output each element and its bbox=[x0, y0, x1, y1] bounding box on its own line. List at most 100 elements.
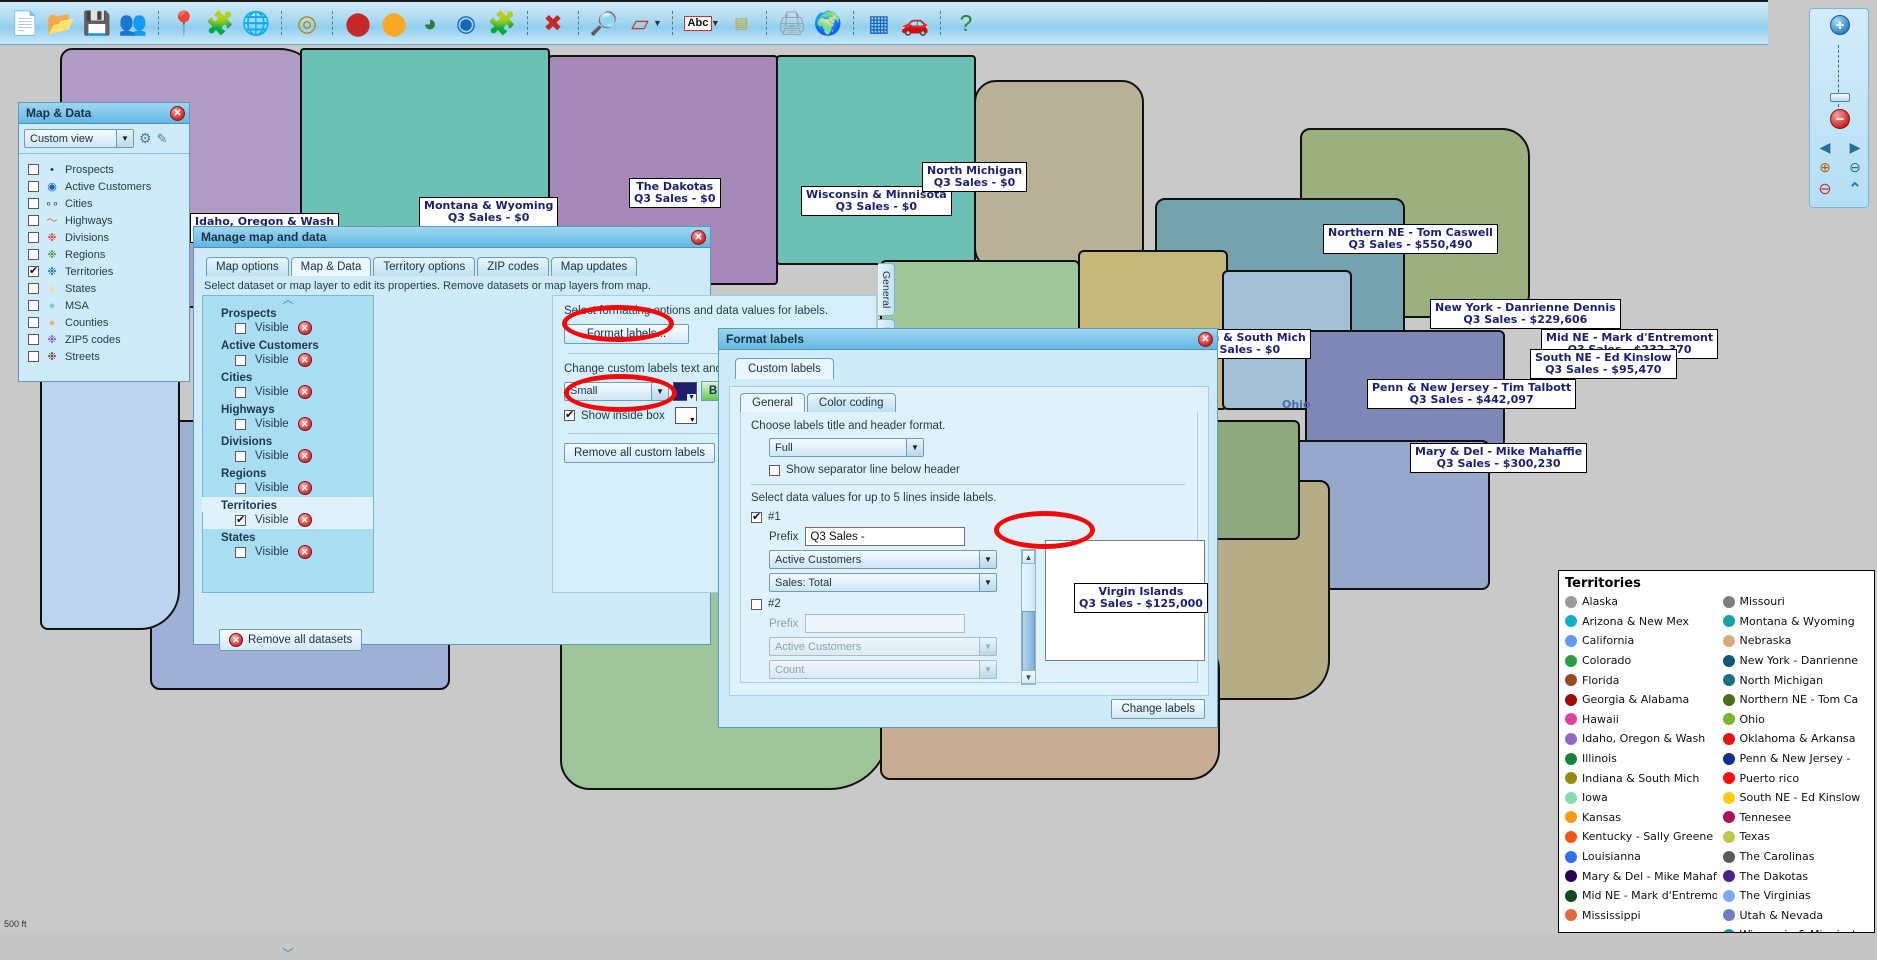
add-territory-icon[interactable]: 🧩 bbox=[203, 6, 237, 40]
label-the-dakotas[interactable]: The Dakotas Q3 Sales - $0 bbox=[629, 178, 721, 208]
map-data-layer-row[interactable]: 〜 Highways bbox=[28, 212, 189, 229]
layer-visibility-checkbox[interactable] bbox=[28, 283, 39, 294]
dataset-layer-row[interactable]: Visible ✕ bbox=[203, 512, 373, 529]
prefix-input[interactable]: Q3 Sales - bbox=[805, 527, 966, 546]
label-penn-new-jersey-tim-talbott[interactable]: Penn & New Jersey - Tim Talbott Q3 Sales … bbox=[1367, 379, 1577, 409]
format-inner-tabs[interactable]: General Color coding bbox=[740, 393, 1198, 412]
label-size-select[interactable]: Small ▼ bbox=[564, 381, 669, 401]
scroll-up-chevron-icon[interactable]: ︿ bbox=[203, 295, 373, 306]
layer-visibility-checkbox[interactable] bbox=[28, 164, 39, 175]
dataset-layer-name[interactable]: States bbox=[203, 529, 373, 544]
recenter-map-icon[interactable]: ⊕ bbox=[1814, 157, 1836, 177]
pie-map-icon[interactable]: ◕ bbox=[413, 6, 447, 40]
scroll-down-chevron-icon[interactable]: ﹀ bbox=[202, 949, 374, 960]
dataset-layer-name[interactable]: Prospects bbox=[203, 305, 373, 320]
dataset-visible-checkbox[interactable] bbox=[235, 513, 246, 526]
map-data-toolbar-row[interactable]: Custom view ▼ ⚙ ✎ bbox=[19, 124, 189, 154]
scroll-up-arrow-icon[interactable]: ▲ bbox=[1022, 550, 1035, 564]
label-northern-ne-tom-caswell[interactable]: Northern NE - Tom Caswell Q3 Sales - $550… bbox=[1323, 224, 1498, 254]
chevron-down-icon[interactable]: ▼ bbox=[116, 130, 133, 147]
edit-view-icon[interactable]: ✎ bbox=[157, 131, 168, 147]
layer-visibility-checkbox[interactable] bbox=[28, 181, 39, 192]
map-data-layer-row[interactable]: ❉ Divisions bbox=[28, 229, 189, 246]
dataset-layer-row[interactable]: Visible ✕ bbox=[203, 384, 373, 401]
add-pushpin-icon[interactable]: 📍 bbox=[167, 6, 201, 40]
chevron-down-icon[interactable]: ▼ bbox=[689, 417, 696, 424]
scroll-down-arrow-icon[interactable]: ▼ bbox=[1021, 670, 1036, 684]
scrollbar-thumb[interactable] bbox=[1022, 611, 1035, 671]
change-labels-button[interactable]: Change labels bbox=[1111, 699, 1205, 719]
chevron-down-icon[interactable]: ▼ bbox=[906, 439, 923, 456]
map-data-layer-row[interactable]: ❉ Territories bbox=[28, 263, 189, 280]
label-north-michigan[interactable]: North Michigan Q3 Sales - $0 bbox=[922, 162, 1028, 192]
show-inside-box-checkbox[interactable] bbox=[564, 408, 575, 421]
map-data-layer-row[interactable]: ◉ Active Customers bbox=[28, 178, 189, 195]
dataset-visible-checkbox[interactable] bbox=[235, 322, 246, 334]
side-tab-general[interactable]: General bbox=[878, 263, 895, 317]
dataset-layer-name[interactable]: Highways bbox=[203, 401, 373, 416]
dataset-select[interactable]: Active Customers ▼ bbox=[769, 550, 997, 569]
zoom-to-area-icon[interactable]: ⊖ bbox=[1844, 157, 1866, 177]
remove-dataset-icon[interactable]: ✕ bbox=[297, 545, 312, 559]
manage-dialog-close-button[interactable]: ✕ bbox=[691, 230, 706, 245]
tab-custom-labels[interactable]: Custom labels bbox=[735, 358, 834, 379]
chevron-down-icon[interactable]: ▼ bbox=[979, 661, 996, 678]
manage-map-and-data-dialog[interactable]: Manage map and data ✕ Map options Map & D… bbox=[193, 226, 895, 960]
format-dialog-close-button[interactable]: ✕ bbox=[1198, 332, 1213, 347]
layer-visibility-checkbox[interactable] bbox=[28, 300, 39, 311]
show-separator-line-checkbox[interactable] bbox=[769, 464, 780, 476]
remove-dataset-icon[interactable]: ✕ bbox=[297, 417, 312, 431]
print-icon[interactable]: 🖨 bbox=[775, 6, 809, 40]
map-data-panel-close-button[interactable]: ✕ bbox=[170, 106, 185, 121]
open-folder-icon[interactable]: 📂 bbox=[44, 6, 78, 40]
layer-visibility-checkbox[interactable] bbox=[28, 264, 39, 277]
dataset-layer-name[interactable]: Divisions bbox=[203, 433, 373, 448]
chevron-down-icon[interactable]: ▼ bbox=[979, 551, 996, 568]
spreadsheet-icon[interactable]: ▦ bbox=[862, 6, 896, 40]
remove-dataset-icon[interactable]: ✕ bbox=[297, 449, 312, 463]
remove-all-custom-labels-button[interactable]: Remove all custom labels bbox=[564, 443, 716, 463]
layer-visibility-checkbox[interactable] bbox=[28, 215, 39, 226]
three-spheres-icon[interactable]: ⬤ bbox=[377, 6, 411, 40]
dataset-layer-row[interactable]: Visible ✕ bbox=[203, 480, 373, 497]
pan-left-icon[interactable]: ◀ bbox=[1814, 137, 1836, 157]
customers-icon[interactable]: 👥 bbox=[116, 6, 150, 40]
dataset-visible-checkbox[interactable] bbox=[235, 386, 246, 398]
main-toolbar[interactable]: 📄 📂 💾 👥 📍 🧩 🌐 ◎ ⬤ ⬤ ◕ ◉ 🧩 ✖ 🔎 ▱ ▼ Abc ▼ ▤ 🖨 🌍 ▦ 🚗? bbox=[0, 0, 1768, 45]
label-south-ne-ed-kinslow[interactable]: South NE - Ed Kinslow Q3 Sales - $95,470 bbox=[1530, 349, 1677, 379]
label-new-york-danrienne-dennis[interactable]: New York - Danrienne Dennis Q3 Sales - $2… bbox=[1430, 299, 1621, 329]
label-line-checkbox[interactable] bbox=[751, 510, 762, 523]
save-icon[interactable]: 💾 bbox=[80, 6, 114, 40]
delete-icon[interactable]: ✖ bbox=[536, 6, 570, 40]
layer-visibility-checkbox[interactable] bbox=[28, 351, 39, 362]
dataset-visible-checkbox[interactable] bbox=[235, 482, 246, 494]
tab-territory-options[interactable]: Territory options bbox=[373, 257, 476, 276]
zoom-reset-icon[interactable]: ⊖ bbox=[1814, 179, 1836, 199]
dataset-visible-checkbox[interactable] bbox=[235, 450, 246, 462]
dataset-layer-row[interactable]: Visible ✕ bbox=[203, 448, 373, 465]
tab-zip-codes[interactable]: ZIP codes bbox=[477, 257, 549, 276]
box-fill-swatch[interactable]: ▼ bbox=[674, 407, 697, 424]
field-select[interactable]: Sales: Total ▼ bbox=[769, 573, 997, 592]
new-document-icon[interactable]: 📄 bbox=[8, 6, 42, 40]
dataset-layer-name[interactable]: Regions bbox=[203, 465, 373, 480]
map-data-layer-list[interactable]: • Prospects ◉ Active Customers ∘∘ Cities 〜 High… bbox=[19, 154, 189, 380]
map-data-layer-row[interactable]: ● Counties bbox=[28, 314, 189, 331]
dataset-layer-row[interactable]: Visible ✕ bbox=[203, 352, 373, 369]
map-data-layer-row[interactable]: • Prospects bbox=[28, 161, 189, 178]
dataset-visible-checkbox[interactable] bbox=[235, 546, 246, 558]
header-format-select[interactable]: Full ▼ bbox=[769, 438, 924, 457]
select-shape-icon[interactable]: ▱ bbox=[623, 6, 657, 40]
format-labels-dialog[interactable]: Format labels ✕ Custom labels General Col… bbox=[718, 328, 1218, 728]
zoom-in-button[interactable]: + bbox=[1830, 15, 1850, 35]
remove-dataset-icon[interactable]: ✕ bbox=[297, 353, 312, 367]
measure-ruler-icon[interactable]: ▤ bbox=[724, 6, 758, 40]
dataset-layer-row[interactable]: Visible ✕ bbox=[203, 544, 373, 561]
chevron-down-icon[interactable]: ▼ bbox=[979, 638, 996, 655]
map-and-data-panel[interactable]: Map & Data ✕ Custom view ▼ ⚙ ✎ • Prospect… bbox=[18, 102, 190, 382]
tab-color-coding[interactable]: Color coding bbox=[806, 393, 896, 412]
two-spheres-icon[interactable]: ⬤ bbox=[341, 6, 375, 40]
label-mary-del-mike-mahaffie[interactable]: Mary & Del - Mike Mahaffie Q3 Sales - $30… bbox=[1410, 443, 1588, 473]
remove-all-datasets-button[interactable]: ✕ Remove all datasets bbox=[219, 629, 363, 651]
remove-dataset-icon[interactable]: ✕ bbox=[297, 385, 312, 399]
